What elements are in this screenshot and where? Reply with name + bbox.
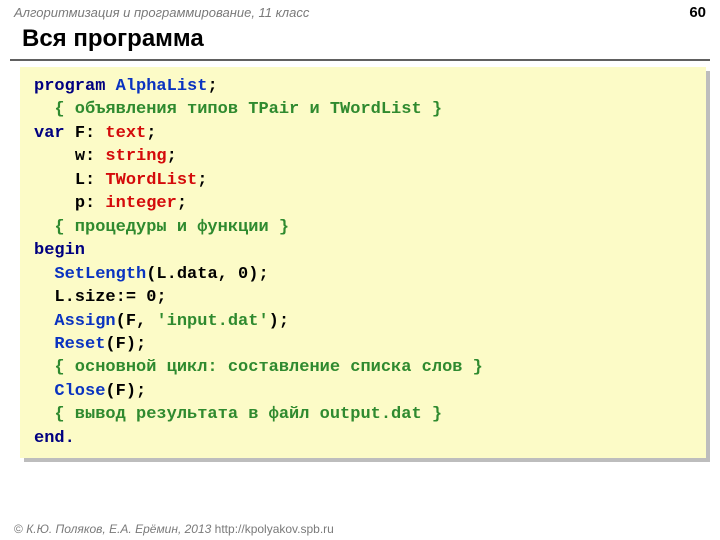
type: string	[105, 147, 166, 166]
code-block: program AlphaList; { объявления типов TP…	[20, 67, 706, 458]
function-call: Reset	[54, 335, 105, 354]
slide-footer: © К.Ю. Поляков, Е.А. Ерёмин, 2013 http:/…	[14, 522, 334, 536]
title-underline	[10, 59, 710, 61]
program-name: AlphaList	[116, 77, 208, 96]
statement: L.size:= 0;	[54, 288, 166, 307]
comment: { основной цикл: составление списка слов…	[54, 358, 482, 377]
course-name: Алгоритмизация и программирование, 11 кл…	[14, 5, 309, 20]
comment: { объявления типов TPair и TWordList }	[54, 100, 442, 119]
function-call: SetLength	[54, 265, 146, 284]
type: text	[105, 124, 146, 143]
keyword-var: var	[34, 124, 65, 143]
keyword-program: program	[34, 77, 105, 96]
type: TWordList	[105, 171, 197, 190]
code-container: program AlphaList; { объявления типов TP…	[20, 67, 706, 458]
function-call: Assign	[54, 312, 115, 331]
keyword-begin: begin	[34, 241, 85, 260]
comment: { процедуры и функции }	[54, 218, 289, 237]
keyword-end: end.	[34, 429, 75, 448]
slide-header: Алгоритмизация и программирование, 11 кл…	[0, 0, 720, 23]
authors: К.Ю. Поляков, Е.А. Ерёмин, 2013	[26, 522, 211, 536]
footer-url: http://kpolyakov.spb.ru	[215, 522, 334, 536]
type: integer	[105, 194, 176, 213]
page-number: 60	[689, 4, 706, 21]
function-call: Close	[54, 382, 105, 401]
copyright-symbol: ©	[14, 522, 26, 536]
comment: { вывод результата в файл output.dat }	[54, 405, 442, 424]
string-literal: 'input.dat'	[156, 312, 268, 331]
slide-title: Вся программа	[0, 23, 720, 59]
